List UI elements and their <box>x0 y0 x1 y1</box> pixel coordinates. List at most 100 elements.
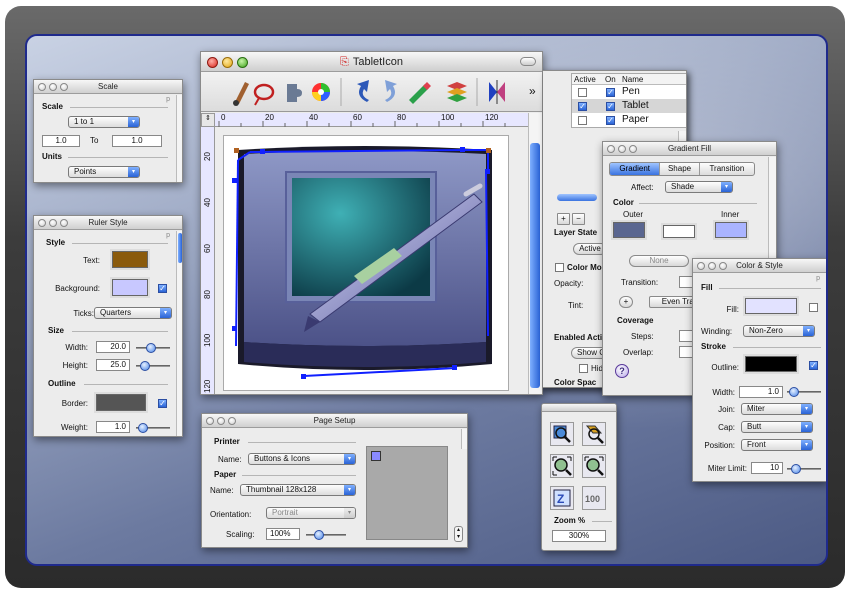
redo-icon[interactable] <box>385 80 397 102</box>
main-title-bar[interactable]: ⎘ TabletIcon <box>201 52 542 72</box>
slider-knob[interactable] <box>138 423 148 433</box>
on-checkbox[interactable]: ✓ <box>606 102 615 111</box>
ruler-corner-stepper[interactable]: ⇕ <box>201 113 215 127</box>
lasso-icon[interactable] <box>253 83 275 106</box>
slider-knob[interactable] <box>789 387 799 397</box>
hide-checkbox[interactable] <box>579 364 588 373</box>
close-button[interactable] <box>206 417 214 425</box>
artboard[interactable] <box>223 135 509 391</box>
zoom-out-icon[interactable] <box>582 422 606 446</box>
zoom-button[interactable] <box>237 57 248 68</box>
weight-field[interactable]: 1.0 <box>96 421 130 433</box>
minimize-button[interactable] <box>222 57 233 68</box>
outline-checkbox[interactable]: ✓ <box>809 361 818 370</box>
undo-icon[interactable] <box>357 80 369 102</box>
height-field[interactable]: 25.0 <box>96 359 130 371</box>
minimize-button[interactable] <box>49 83 57 91</box>
layer-name-paper[interactable]: Paper <box>622 114 649 125</box>
orientation-select[interactable]: Portrait ▾ <box>266 507 356 519</box>
canvas-vertical-scrollbar[interactable] <box>528 113 542 394</box>
zoom-selection-icon[interactable] <box>582 454 606 478</box>
miter-limit-field[interactable]: 10 <box>751 462 783 474</box>
outer-color-swatch[interactable] <box>611 220 647 240</box>
scale-scrollbar[interactable] <box>176 95 182 182</box>
close-button[interactable] <box>207 57 218 68</box>
printer-select[interactable]: Buttons & Icons ▾ <box>248 453 356 465</box>
color-wheel-icon[interactable] <box>312 83 330 101</box>
page-stepper[interactable]: ▴ ▾ <box>454 526 463 542</box>
stroke-width-slider[interactable] <box>787 387 821 397</box>
tablet-icon-artwork[interactable] <box>224 136 510 392</box>
zoom-in-icon[interactable] <box>550 422 574 446</box>
outline-color-swatch[interactable] <box>743 354 799 374</box>
zoom-button[interactable] <box>719 262 727 270</box>
scale-to-field[interactable]: 1.0 <box>112 135 162 147</box>
toolbar-overflow-button[interactable]: » <box>529 84 536 98</box>
winding-select[interactable]: Non-Zero ▾ <box>743 325 815 337</box>
col-active[interactable]: Active <box>574 75 596 84</box>
col-on[interactable]: On <box>605 75 616 84</box>
horizontal-ruler[interactable]: 0 20 40 60 80 100 120 <box>215 113 529 127</box>
color-style-title-bar[interactable]: Color & Style <box>693 259 826 273</box>
miter-limit-slider[interactable] <box>787 464 821 474</box>
paper-select[interactable]: Thumbnail 128x128 ▾ <box>240 484 356 496</box>
zoom-fit-icon[interactable] <box>550 454 574 478</box>
units-select[interactable]: Points ▾ <box>68 166 140 178</box>
zoom-100-icon[interactable]: 100 <box>582 486 606 510</box>
pencil-icon[interactable] <box>409 82 431 104</box>
minimize-button[interactable] <box>49 219 57 227</box>
page-setup-title-bar[interactable]: Page Setup <box>202 414 467 428</box>
border-checkbox[interactable]: ✓ <box>158 399 167 408</box>
ruler-style-scrollbar[interactable] <box>176 231 182 436</box>
tab-shape[interactable]: Shape <box>659 163 698 175</box>
on-checkbox[interactable]: ✓ <box>606 116 615 125</box>
toolbar-toggle-button[interactable] <box>520 57 536 66</box>
scaling-slider[interactable] <box>306 530 346 540</box>
tab-gradient[interactable]: Gradient <box>610 163 660 175</box>
panel-pin[interactable]: p <box>166 232 170 239</box>
width-slider[interactable] <box>136 343 170 353</box>
on-checkbox[interactable]: ✓ <box>606 88 615 97</box>
ticks-select[interactable]: Quarters ▾ <box>94 307 172 319</box>
background-checkbox[interactable]: ✓ <box>158 284 167 293</box>
mid-color-swatch[interactable] <box>661 223 697 240</box>
add-stop-button[interactable]: + <box>619 296 633 308</box>
position-select[interactable]: Front ▾ <box>741 439 813 451</box>
layer-name-pen[interactable]: Pen <box>622 86 640 97</box>
help-button[interactable]: ? <box>615 364 629 378</box>
scroll-thumb[interactable] <box>530 143 540 388</box>
join-select[interactable]: Miter ▾ <box>741 403 813 415</box>
fill-checkbox[interactable] <box>809 303 818 312</box>
scale-ratio-select[interactable]: 1 to 1 ▾ <box>68 116 140 128</box>
close-button[interactable] <box>38 83 46 91</box>
add-layer-button[interactable]: + <box>557 213 570 225</box>
active-checkbox[interactable] <box>578 116 587 125</box>
weight-slider[interactable] <box>136 423 170 433</box>
slider-knob[interactable] <box>791 464 801 474</box>
affect-select[interactable]: Shade ▾ <box>665 181 733 193</box>
fill-color-swatch[interactable] <box>743 296 799 316</box>
zoom-button[interactable] <box>228 417 236 425</box>
page-setup-scrollbar[interactable] <box>461 429 467 449</box>
stroke-width-field[interactable]: 1.0 <box>739 386 783 398</box>
scaling-field[interactable]: 100% <box>266 528 300 540</box>
minimize-button[interactable] <box>618 145 626 153</box>
close-button[interactable] <box>697 262 705 270</box>
tab-transition[interactable]: Transition <box>698 163 754 175</box>
zoom-palette-title-bar[interactable] <box>542 404 616 412</box>
panel-pin[interactable]: p <box>166 96 170 103</box>
slider-knob[interactable] <box>314 530 324 540</box>
height-slider[interactable] <box>136 361 170 371</box>
active-checkbox[interactable]: ✓ <box>578 102 587 111</box>
zoom-field[interactable]: 300% <box>552 530 606 542</box>
symmetry-icon[interactable] <box>489 80 505 104</box>
minimize-button[interactable] <box>217 417 225 425</box>
minimize-button[interactable] <box>708 262 716 270</box>
panel-pin[interactable]: p <box>816 275 820 282</box>
scale-title-bar[interactable]: Scale <box>34 80 182 94</box>
background-color-swatch[interactable] <box>110 277 150 298</box>
layer-name-tablet[interactable]: Tablet <box>622 100 649 111</box>
ruler-style-title-bar[interactable]: Ruler Style <box>34 216 182 230</box>
horizontal-scrollbar[interactable] <box>557 194 597 201</box>
width-field[interactable]: 20.0 <box>96 341 130 353</box>
